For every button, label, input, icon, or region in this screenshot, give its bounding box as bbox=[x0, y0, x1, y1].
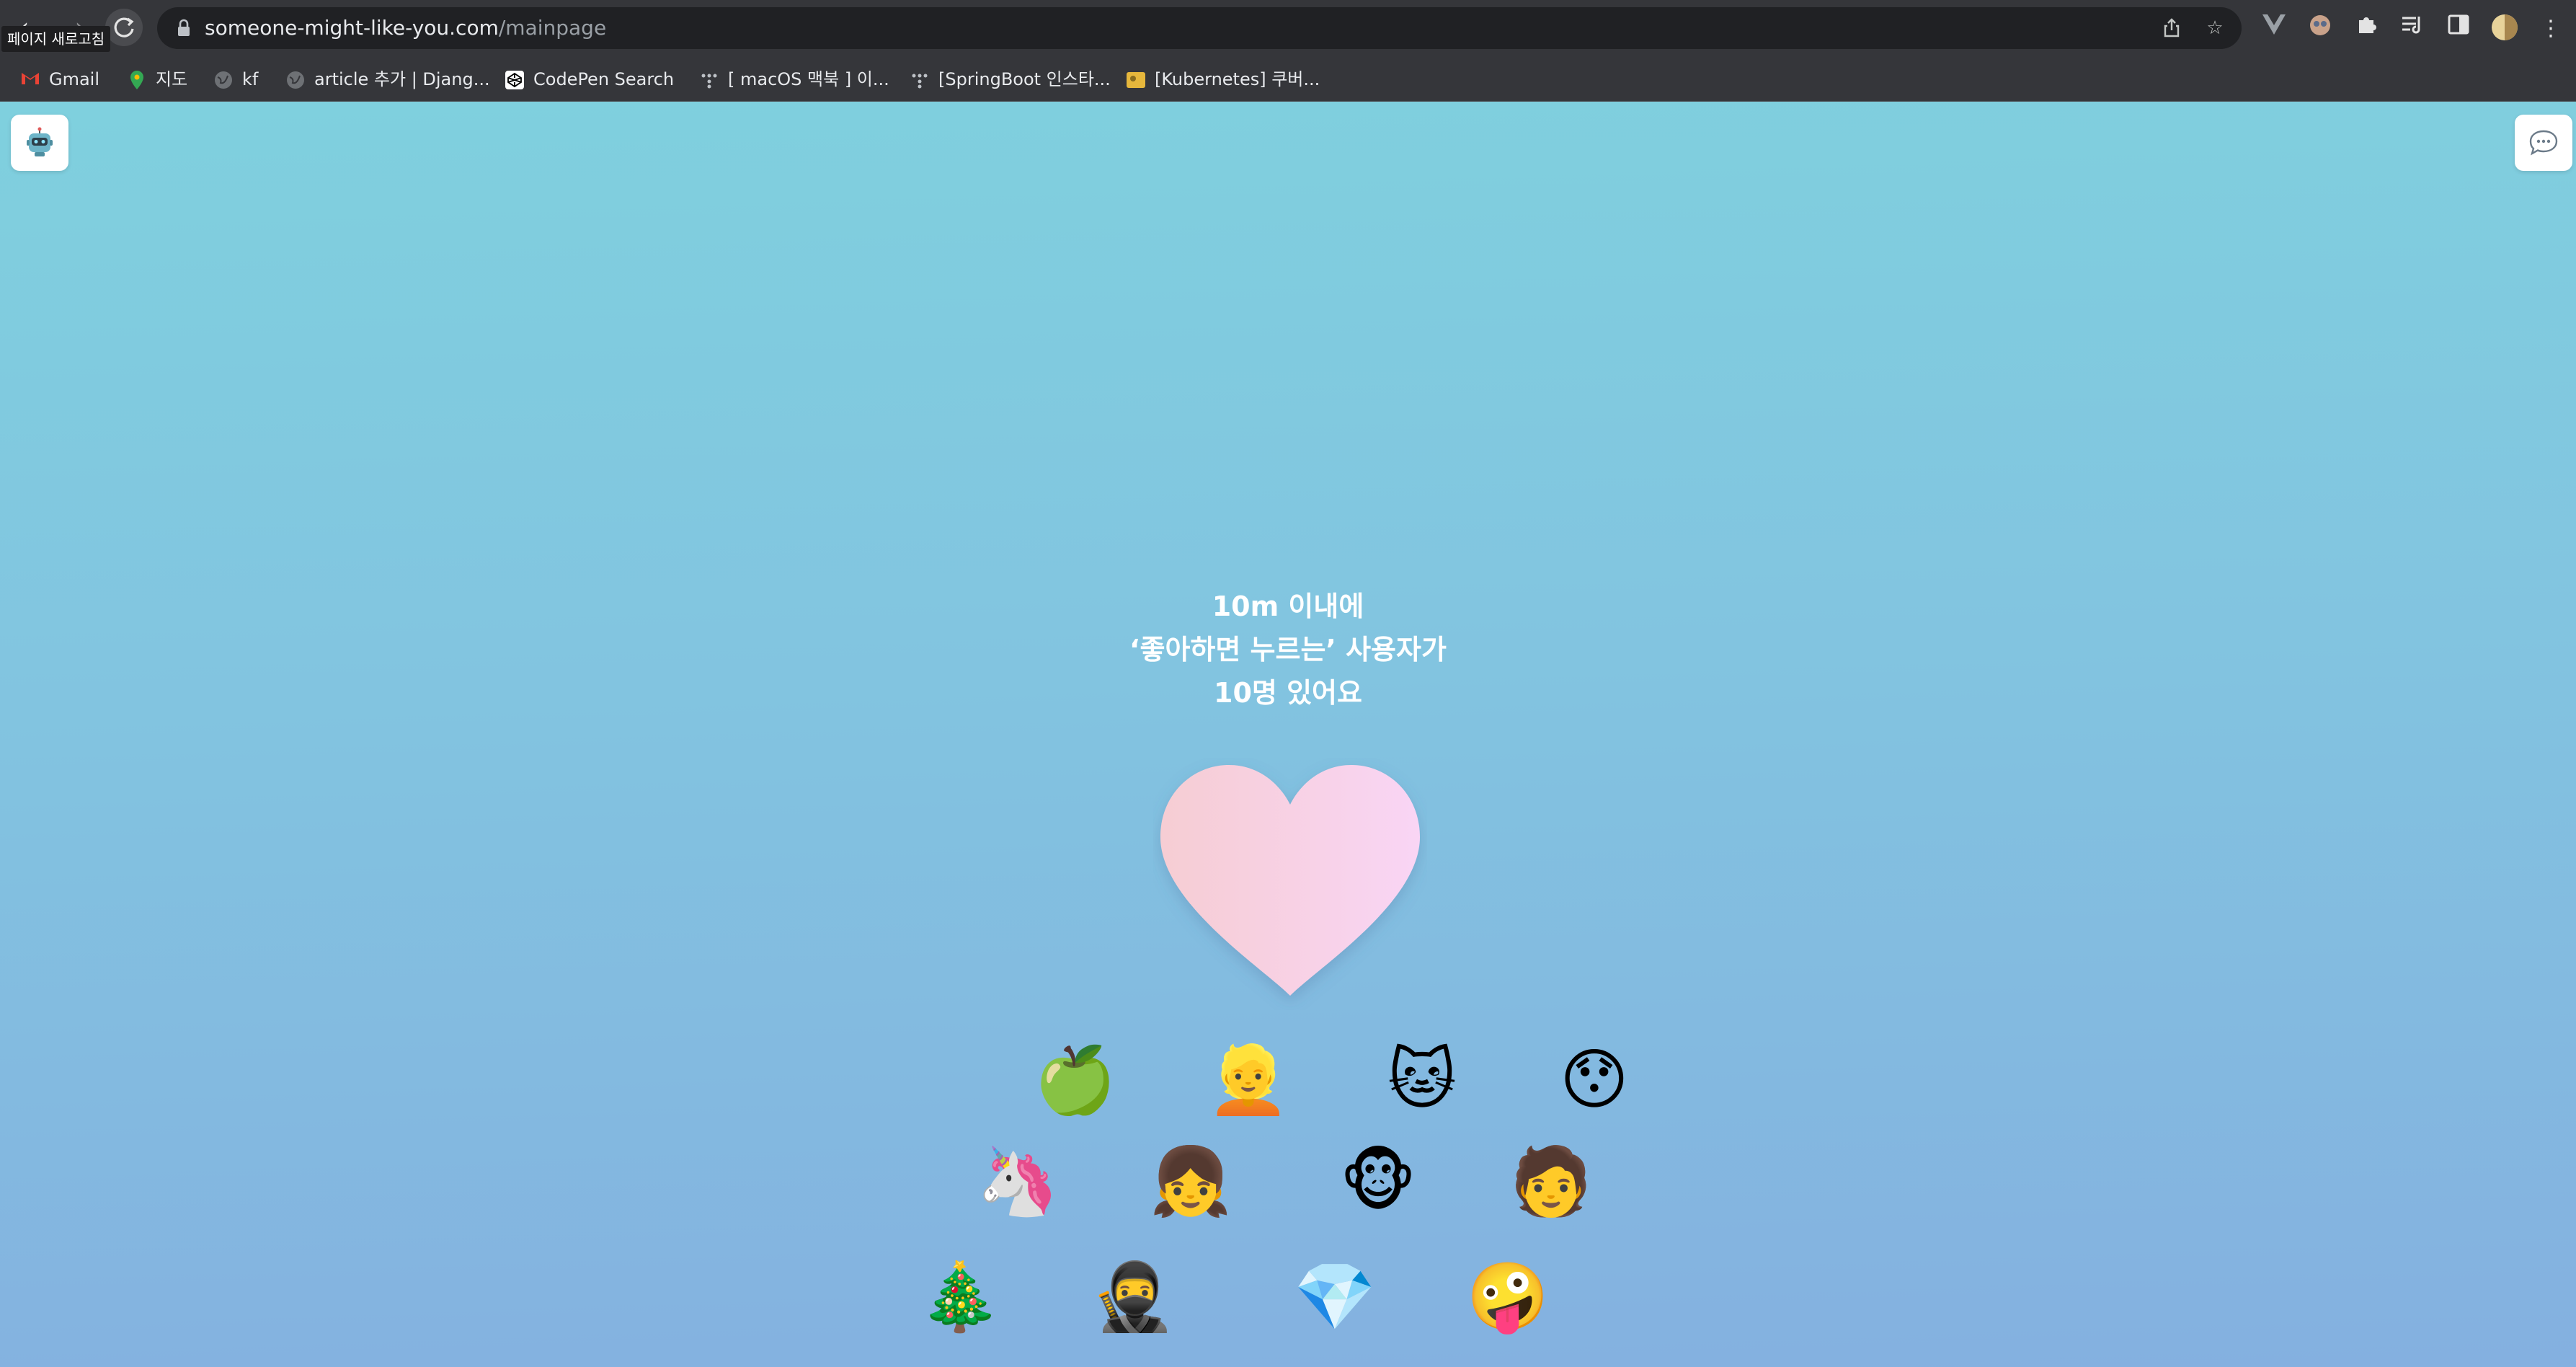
url-text[interactable]: someone-might-like-you.com/mainpage bbox=[205, 7, 606, 49]
chat-button[interactable] bbox=[2515, 115, 2572, 171]
reading-list-icon[interactable] bbox=[2397, 13, 2428, 45]
zany-face-icon[interactable]: 🤪 bbox=[1465, 1254, 1551, 1340]
folder-thumb-icon bbox=[1126, 70, 1146, 90]
globe-icon bbox=[213, 70, 234, 90]
lock-icon bbox=[178, 19, 190, 36]
url-host: someone-might-like-you.com bbox=[205, 16, 499, 40]
maps-pin-icon bbox=[127, 70, 147, 90]
robot-button[interactable] bbox=[11, 115, 68, 171]
bookmark-gmail[interactable]: Gmail bbox=[20, 65, 99, 94]
address-bar[interactable]: someone-might-like-you.com/mainpage ☆ bbox=[157, 7, 2242, 49]
bookmarks-bar: Gmail 지도 kf article 추가 | Djang... CodePe… bbox=[0, 58, 2576, 102]
url-path: /mainpage bbox=[498, 16, 607, 40]
tanjiro-avatar-icon[interactable]: 🧑 bbox=[1508, 1138, 1594, 1225]
extension-avatar-icon[interactable] bbox=[2304, 13, 2336, 45]
reload-tooltip: 페이지 새로고침 bbox=[1, 26, 111, 52]
bookmark-label: CodePen Search bbox=[533, 69, 675, 89]
christmas-tree-icon[interactable]: 🎄 bbox=[917, 1254, 1003, 1340]
green-apple-icon[interactable]: 🍏 bbox=[1032, 1037, 1119, 1123]
bookmark-label: [ macOS 맥북 ] 이... bbox=[728, 69, 889, 89]
dots-icon bbox=[699, 70, 719, 90]
browser-menu-icon[interactable]: ⋮ bbox=[2535, 13, 2567, 45]
nearby-users-headline: 10m 이내에 ‘좋아하면 누르는’ 사용자가 10명 있어요 bbox=[928, 585, 1648, 715]
bookmark-star-icon[interactable]: ☆ bbox=[2204, 17, 2226, 39]
profile-avatar-icon[interactable] bbox=[2489, 13, 2521, 45]
bookmark-maps[interactable]: 지도 bbox=[127, 65, 187, 94]
heart-icon bbox=[1160, 765, 1420, 996]
dots-icon bbox=[910, 70, 930, 90]
tom-cat-avatar-icon[interactable]: 🐱 bbox=[1379, 1037, 1465, 1123]
paimon-avatar-icon[interactable]: 👧 bbox=[1147, 1138, 1234, 1225]
bookmark-label: article 추가 | Djang... bbox=[314, 69, 490, 89]
side-panel-icon[interactable] bbox=[2443, 13, 2474, 45]
bookmark-macos[interactable]: [ macOS 맥북 ] 이... bbox=[699, 65, 889, 94]
bookmark-label: kf bbox=[242, 69, 259, 89]
codepen-icon bbox=[505, 70, 525, 90]
bookmark-kf[interactable]: kf bbox=[213, 65, 258, 94]
headline-line-1: 10m 이내에 bbox=[1212, 590, 1364, 622]
unicorn-icon[interactable]: 🦄 bbox=[974, 1138, 1061, 1225]
boruto-avatar-icon[interactable]: 👱 bbox=[1205, 1037, 1292, 1123]
bookmark-label: Gmail bbox=[49, 69, 100, 89]
bookmark-article[interactable]: article 추가 | Djang... bbox=[285, 65, 490, 94]
main-page: 10m 이내에 ‘좋아하면 누르는’ 사용자가 10명 있어요 🍏 👱 🐱 😯 … bbox=[0, 102, 2576, 1367]
robot-icon bbox=[27, 127, 53, 156]
bookmark-label: 지도 bbox=[156, 69, 188, 89]
gem-icon[interactable]: 💎 bbox=[1292, 1254, 1378, 1340]
surprised-face-icon[interactable]: 😯 bbox=[1551, 1037, 1638, 1123]
like-heart-button[interactable] bbox=[1153, 758, 1427, 1010]
bookmark-label: [SpringBoot 인스타... bbox=[938, 69, 1111, 89]
globe-icon bbox=[285, 70, 306, 90]
bookmark-codepen[interactable]: CodePen Search bbox=[505, 65, 674, 94]
chat-bubble-icon bbox=[2529, 130, 2558, 156]
reload-icon[interactable] bbox=[105, 9, 143, 46]
share-icon[interactable] bbox=[2161, 17, 2182, 39]
bookmark-springboot[interactable]: [SpringBoot 인스타... bbox=[910, 65, 1111, 94]
bookmark-kubernetes[interactable]: [Kubernetes] 쿠버... bbox=[1126, 65, 1320, 94]
headline-line-2: ‘좋아하면 누르는’ 사용자가 bbox=[1129, 634, 1447, 665]
browser-chrome: ‹ › 페이지 새로고침 someone-might-like-you.com/… bbox=[0, 0, 2576, 102]
vue-devtools-icon[interactable] bbox=[2258, 13, 2290, 45]
cheburashka-avatar-icon[interactable]: 🐵 bbox=[1335, 1138, 1421, 1225]
bookmark-label: [Kubernetes] 쿠버... bbox=[1155, 69, 1320, 89]
gmail-icon bbox=[20, 70, 40, 90]
headline-line-3: 10명 있어요 bbox=[1214, 677, 1362, 709]
browser-toolbar: ‹ › 페이지 새로고침 someone-might-like-you.com/… bbox=[0, 0, 2576, 58]
itachi-avatar-icon[interactable]: 🥷 bbox=[1090, 1254, 1176, 1340]
extensions-puzzle-icon[interactable] bbox=[2350, 13, 2382, 45]
